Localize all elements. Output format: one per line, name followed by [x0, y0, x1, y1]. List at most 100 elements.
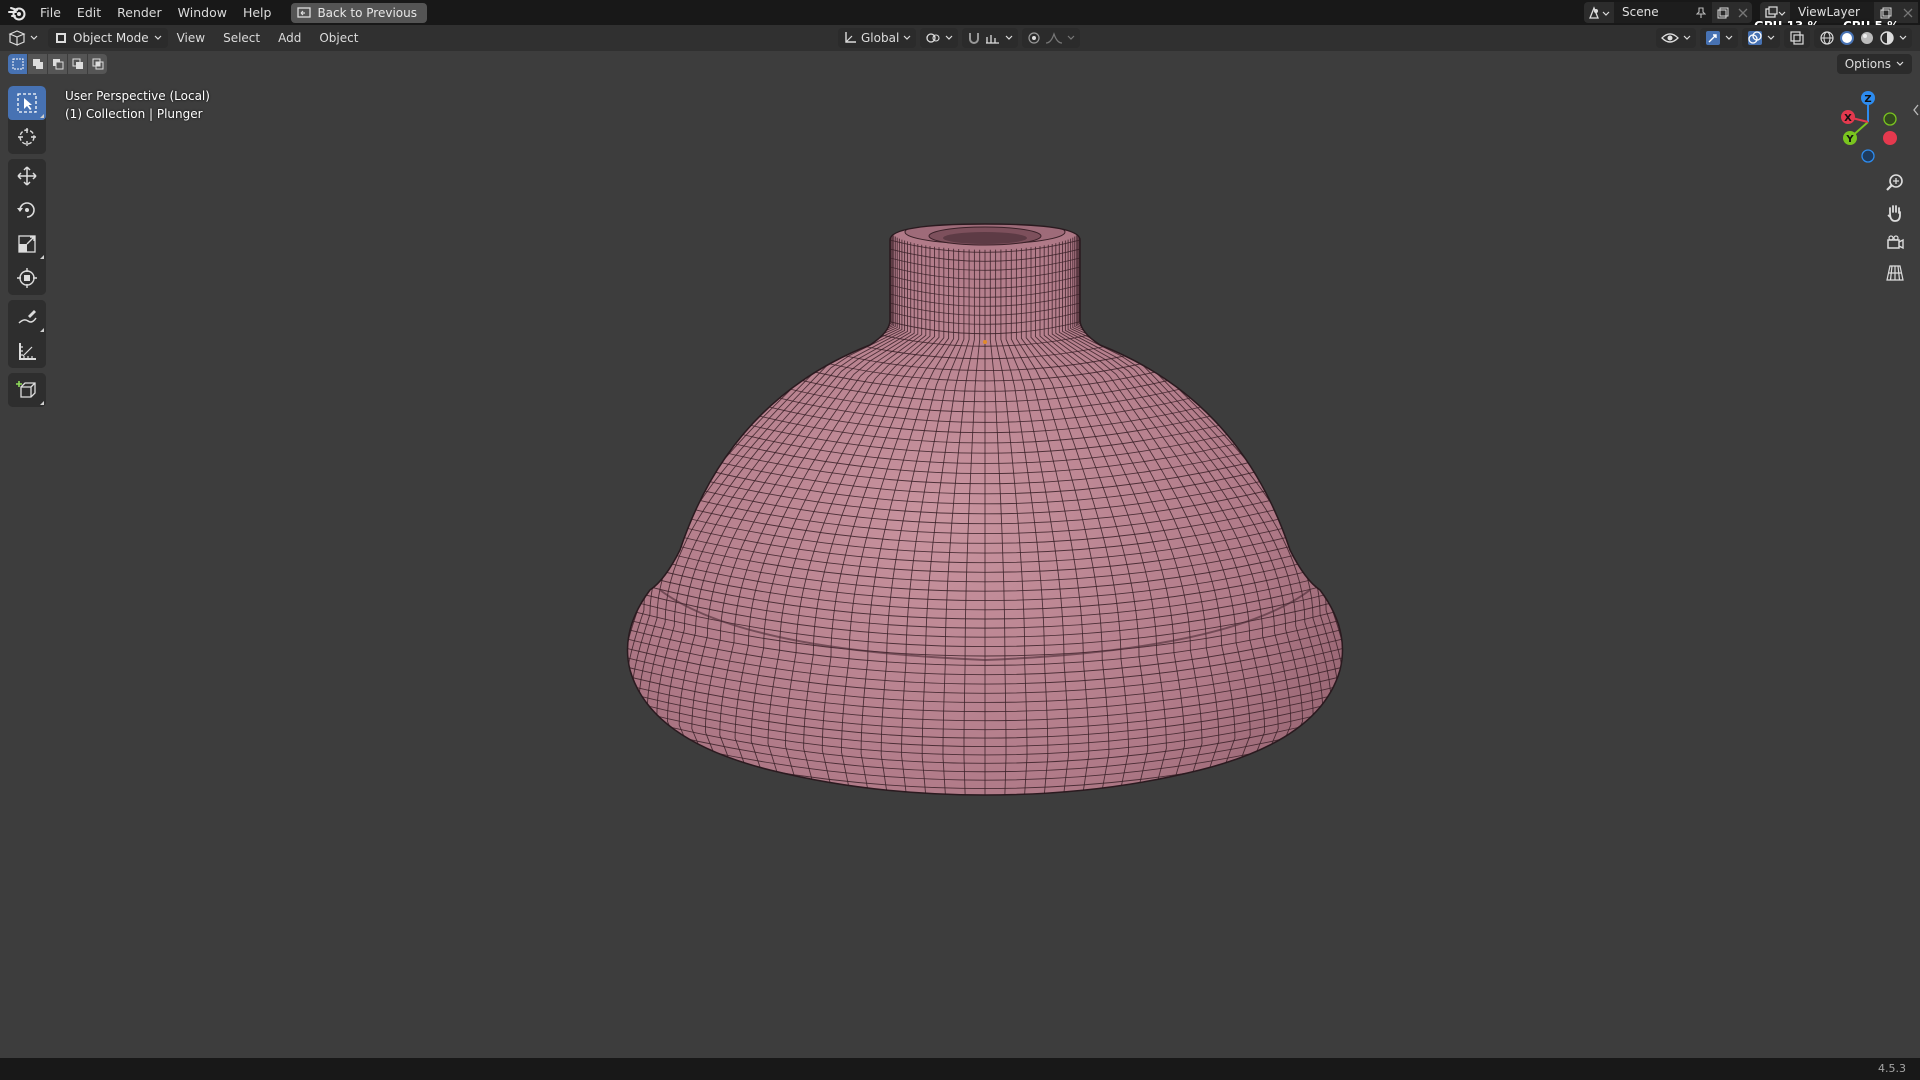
chevron-down-icon	[1767, 35, 1775, 40]
neg-z-axis-icon[interactable]	[1861, 149, 1875, 163]
zoom-button[interactable]	[1880, 168, 1910, 198]
object-mode-dropdown[interactable]: Object Mode	[48, 28, 168, 48]
menu-add[interactable]: Add	[269, 31, 310, 45]
orientation-dropdown[interactable]: Global	[838, 28, 917, 48]
status-bar: 4.5.3	[0, 1058, 1920, 1080]
viewport-info: User Perspective (Local) (1) Collection …	[65, 87, 210, 123]
pan-button[interactable]	[1880, 198, 1910, 228]
options-dropdown[interactable]: Options	[1836, 54, 1912, 74]
plunger-mesh[interactable]	[600, 210, 1360, 890]
tool-group-select	[8, 86, 46, 154]
gizmo-toggle[interactable]	[1700, 28, 1738, 48]
annotate-tool[interactable]	[8, 300, 46, 334]
wireframe-shading-icon[interactable]	[1819, 30, 1835, 46]
new-scene-icon[interactable]	[1717, 7, 1729, 19]
select-intersect-button[interactable]	[88, 54, 107, 74]
menu-edit[interactable]: Edit	[69, 0, 109, 25]
cursor-tool[interactable]	[8, 120, 46, 154]
move-tool[interactable]	[8, 159, 46, 193]
back-to-previous-button[interactable]: Back to Previous	[291, 2, 427, 23]
overlays-toggle[interactable]	[1742, 28, 1780, 48]
scene-browse-button[interactable]	[1584, 2, 1614, 23]
scene-selector: Scene	[1584, 2, 1752, 23]
add-cube-icon	[16, 381, 36, 398]
sidebar-toggle-icon[interactable]	[1912, 104, 1920, 116]
measure-tool[interactable]	[8, 334, 46, 368]
material-shading-icon[interactable]	[1859, 30, 1875, 46]
viewport-display-tools	[1656, 28, 1912, 48]
perspective-toggle-button[interactable]	[1880, 258, 1910, 288]
add-cube-tool[interactable]	[8, 373, 46, 407]
select-extend-icon	[32, 59, 43, 69]
remove-scene-icon[interactable]	[1738, 8, 1748, 18]
menu-render[interactable]: Render	[109, 0, 170, 25]
chevron-down-icon	[1896, 61, 1904, 66]
select-subtract-icon	[52, 59, 63, 70]
neg-y-axis-icon[interactable]	[1883, 112, 1897, 126]
blender-version: 4.5.3	[1878, 1062, 1906, 1075]
chevron-down-icon[interactable]	[1899, 35, 1907, 41]
object-origin-point	[983, 340, 987, 344]
select-subtract-button[interactable]	[48, 54, 67, 74]
eye-icon	[1661, 33, 1679, 43]
chevron-down-icon	[903, 35, 911, 40]
chevron-down-icon	[945, 35, 953, 40]
pivot-icon	[926, 33, 940, 43]
xray-icon	[1790, 31, 1804, 45]
select-box-tool[interactable]	[8, 86, 46, 120]
pin-icon[interactable]	[1696, 7, 1706, 19]
transform-tool[interactable]	[8, 261, 46, 295]
annotate-pencil-icon	[18, 310, 37, 324]
orientation-label: Global	[861, 31, 900, 45]
chevron-down-icon	[1725, 35, 1733, 40]
select-invert-icon	[72, 58, 83, 69]
visibility-dropdown[interactable]	[1656, 28, 1696, 48]
shading-modes	[1814, 28, 1912, 48]
rotate-tool[interactable]	[8, 193, 46, 227]
scene-name-field[interactable]: Scene	[1614, 2, 1712, 23]
menu-view[interactable]: View	[168, 31, 214, 45]
3d-viewport-icon	[8, 30, 26, 46]
tool-group-annotate	[8, 300, 46, 368]
pivot-dropdown[interactable]	[920, 28, 959, 48]
remove-view-layer-icon[interactable]	[1903, 8, 1913, 18]
proportional-editing-toggle[interactable]	[1022, 28, 1081, 48]
blender-logo-icon[interactable]	[7, 3, 27, 23]
select-invert-button[interactable]	[68, 54, 87, 74]
measure-ruler-icon	[19, 343, 36, 360]
menu-select[interactable]: Select	[214, 31, 269, 45]
view-layer-icon	[1765, 5, 1786, 18]
select-new-button[interactable]	[8, 54, 27, 74]
new-view-layer-icon[interactable]	[1880, 7, 1892, 19]
y-axis-label: Y	[1845, 134, 1854, 145]
cursor-icon	[18, 128, 36, 146]
xray-toggle[interactable]	[1784, 28, 1810, 48]
magnet-icon	[969, 33, 980, 44]
scene-name: Scene	[1622, 5, 1659, 19]
transform-icon	[17, 268, 37, 288]
gizmo-icon	[1706, 31, 1720, 45]
editor-type-button[interactable]	[8, 28, 44, 48]
view-perspective-label: User Perspective (Local)	[65, 89, 210, 103]
snap-toggle[interactable]	[962, 28, 1019, 48]
select-extend-button[interactable]	[28, 54, 47, 74]
camera-view-button[interactable]	[1880, 228, 1910, 258]
viewport-header: Object Mode View Select Add Object Globa…	[0, 25, 1920, 51]
menu-window[interactable]: Window	[170, 0, 235, 25]
active-object-label: (1) Collection | Plunger	[65, 107, 203, 121]
scene-icon	[1589, 5, 1610, 19]
menu-file[interactable]: File	[32, 0, 69, 25]
select-intersect-icon	[92, 58, 103, 70]
neg-x-axis-icon[interactable]	[1883, 131, 1897, 145]
solid-shading-icon[interactable]	[1839, 30, 1855, 46]
proportional-edit-icon	[1028, 32, 1040, 44]
chevron-down-icon	[1683, 35, 1691, 40]
menu-object[interactable]: Object	[310, 31, 367, 45]
scale-tool[interactable]	[8, 227, 46, 261]
rendered-shading-icon[interactable]	[1879, 30, 1895, 46]
chevron-down-icon	[1067, 35, 1075, 40]
camera-icon	[1887, 235, 1904, 250]
menu-help[interactable]: Help	[235, 0, 280, 25]
selection-mode-buttons	[8, 54, 107, 74]
navigation-gizmo[interactable]: Z X Y	[1826, 86, 1906, 166]
